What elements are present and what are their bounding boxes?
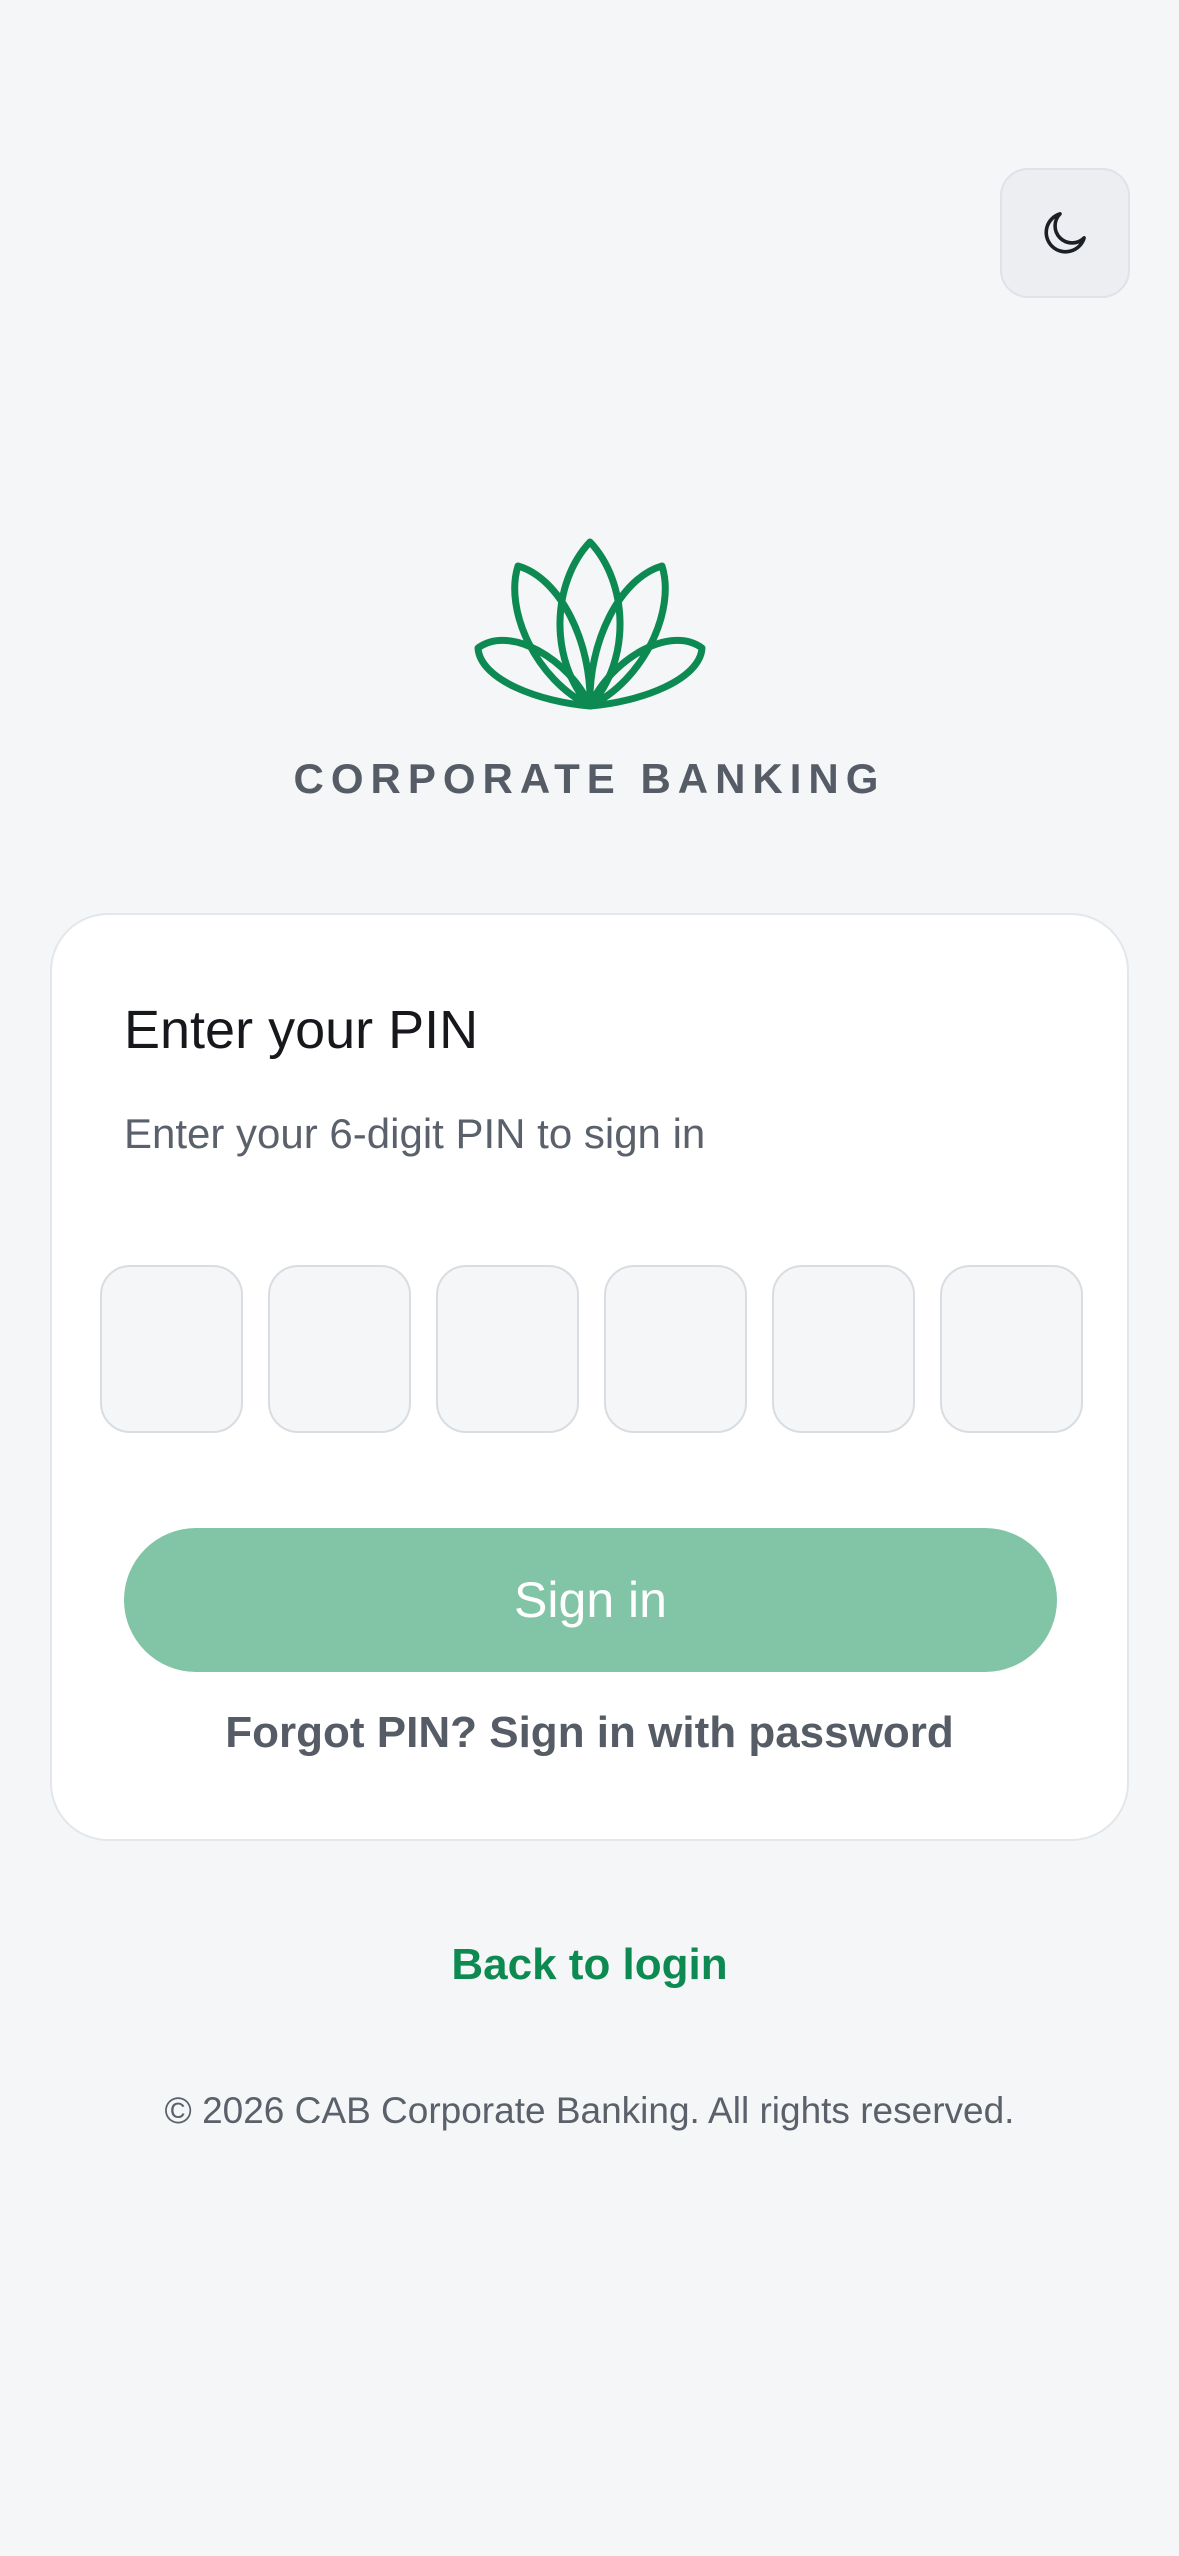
lotus-logo-icon — [474, 538, 706, 710]
pin-digit-1[interactable] — [100, 1265, 243, 1433]
pin-digit-4[interactable] — [604, 1265, 747, 1433]
pin-input-row — [100, 1265, 1084, 1433]
pin-digit-2[interactable] — [268, 1265, 411, 1433]
footer-copyright: © 2026 CAB Corporate Banking. All rights… — [164, 2090, 1015, 2131]
theme-toggle-button[interactable] — [1000, 168, 1130, 298]
pin-digit-6[interactable] — [940, 1265, 1083, 1433]
back-to-login-link[interactable]: Back to login — [0, 1940, 1179, 1990]
card-title: Enter your PIN — [124, 1000, 479, 1060]
brand-name: CORPORATE BANKING — [293, 755, 886, 802]
pin-digit-5[interactable] — [772, 1265, 915, 1433]
forgot-pin-link[interactable]: Forgot PIN? Sign in with password — [52, 1708, 1127, 1758]
moon-icon — [1044, 212, 1086, 254]
pin-digit-3[interactable] — [436, 1265, 579, 1433]
card-subtitle: Enter your 6-digit PIN to sign in — [124, 1110, 706, 1157]
sign-in-button[interactable]: Sign in — [124, 1528, 1057, 1672]
pin-card: Enter your PIN Enter your 6-digit PIN to… — [50, 913, 1129, 1841]
